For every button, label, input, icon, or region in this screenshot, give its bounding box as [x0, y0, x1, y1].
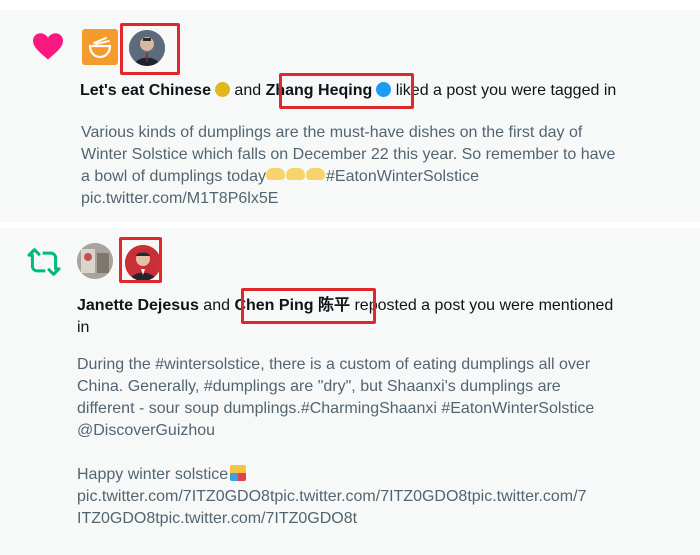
notification-like[interactable]: Let's eat Chinese and Zhang Heqing liked…: [0, 10, 700, 222]
actor1-name[interactable]: Janette Dejesus: [77, 297, 199, 314]
photo-icon: [77, 243, 113, 279]
highlight-box-name: [241, 288, 376, 324]
verified-gold-badge-icon: [214, 82, 230, 97]
party-emoji-icon: [230, 465, 247, 481]
pic-link[interactable]: pic.twitter.com/7ITZ0GDO8tpic.twitter.co…: [77, 486, 697, 508]
dumpling-emoji-icon: [266, 168, 285, 180]
notification-action-line: Janette Dejesus and Chen Ping 陈平 reposte…: [77, 295, 697, 339]
bowl-logo-icon: [88, 37, 112, 59]
actor1-name[interactable]: Let's eat Chinese: [80, 82, 211, 99]
highlight-box-avatar: [119, 237, 162, 283]
notification-repost[interactable]: Janette Dejesus and Chen Ping 陈平 reposte…: [0, 228, 700, 555]
action-text-continued: in: [77, 319, 90, 336]
avatar-lets-eat-chinese[interactable]: [82, 29, 118, 65]
dumpling-emoji-icon: [306, 168, 325, 180]
highlight-box-avatar: [120, 23, 180, 75]
dumpling-emoji-icon: [286, 168, 305, 180]
highlight-box-name: [279, 73, 414, 109]
action-text: liked a post you were tagged in: [395, 82, 617, 99]
body-line-text: Happy winter solstice: [77, 466, 229, 483]
body-line: Happy winter solstice: [77, 464, 697, 486]
joiner-text: and: [203, 297, 230, 314]
tweet-body[interactable]: During the #wintersolstice, there is a c…: [77, 354, 697, 530]
joiner-text: and: [234, 82, 262, 99]
heart-icon: [33, 33, 63, 60]
body-line-text: a bowl of dumplings today: [81, 168, 266, 185]
body-line: Winter Solstice which falls on December …: [81, 146, 616, 163]
body-line: different - sour soup dumplings.#Charmin…: [77, 400, 595, 417]
body-line: During the #wintersolstice, there is a c…: [77, 356, 591, 373]
mention-link[interactable]: @DiscoverGuizhou: [77, 420, 697, 442]
body-line: China. Generally, #dumplings are "dry", …: [77, 378, 561, 395]
action-text: reposted a post you were mentioned: [354, 297, 614, 314]
repost-icon: [27, 248, 61, 276]
avatar-janette-dejesus[interactable]: [77, 243, 113, 279]
body-line: Various kinds of dumplings are the must-…: [81, 124, 583, 141]
pic-link[interactable]: pic.twitter.com/M1T8P6lx5E: [81, 188, 696, 210]
pic-link[interactable]: ITZ0GDO8tpic.twitter.com/7ITZ0GDO8t: [77, 508, 697, 530]
body-line: a bowl of dumplings today #EatonWinterSol…: [81, 166, 696, 188]
tweet-body[interactable]: Various kinds of dumplings are the must-…: [81, 122, 696, 210]
top-strip: [0, 0, 700, 10]
hashtag-link[interactable]: #EatonWinterSolstice: [326, 168, 479, 185]
